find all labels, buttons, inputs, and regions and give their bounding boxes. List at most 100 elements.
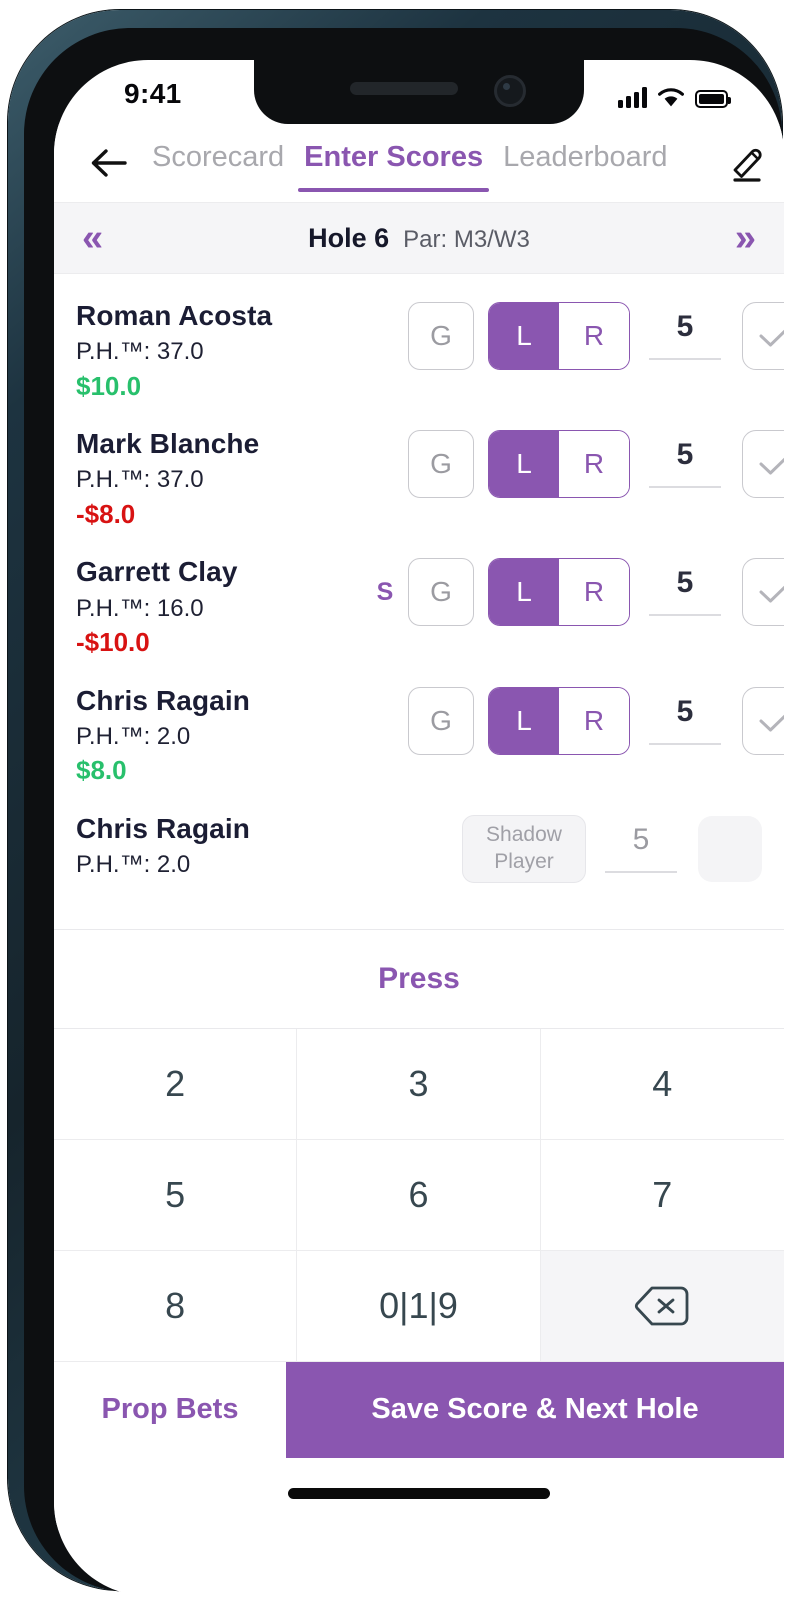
score-input[interactable]: 5 xyxy=(646,566,724,617)
back-button[interactable] xyxy=(82,136,136,190)
hole-navigation-bar: « Hole 6 Par: M3/W3 » xyxy=(54,202,784,274)
lr-option-left[interactable]: L xyxy=(489,431,559,498)
score-value: 5 xyxy=(676,438,694,472)
confirm-button[interactable] xyxy=(742,558,784,627)
player-row: Roman Acosta P.H.™: 37.0 $10.0 G L R 5 xyxy=(54,280,784,408)
score-underline xyxy=(649,358,721,360)
gross-button[interactable]: G xyxy=(408,686,474,755)
press-label: Press xyxy=(378,961,460,995)
shadow-player-button: Shadow Player xyxy=(462,814,586,883)
player-info: Chris Ragain P.H.™: 2.0 xyxy=(76,811,368,879)
gross-button[interactable]: G xyxy=(408,558,474,627)
confirm-button[interactable] xyxy=(742,430,784,499)
key-2[interactable]: 2 xyxy=(54,1028,298,1140)
key-backspace[interactable] xyxy=(540,1250,784,1362)
shadow-player-row: Chris Ragain P.H.™: 2.0 Shadow Player 5 xyxy=(54,793,784,909)
backspace-icon xyxy=(635,1286,689,1326)
player-info: Roman Acosta P.H.™: 37.0 $10.0 xyxy=(76,298,368,400)
key-7[interactable]: 7 xyxy=(540,1140,784,1251)
save-score-next-hole-button[interactable]: Save Score & Next Hole xyxy=(286,1361,784,1458)
next-hole-button[interactable]: » xyxy=(729,219,762,257)
player-info: Mark Blanche P.H.™: 37.0 -$8.0 xyxy=(76,426,368,528)
tab-scorecard[interactable]: Scorecard xyxy=(142,135,294,192)
prop-bets-button[interactable]: Prop Bets xyxy=(54,1361,286,1458)
gross-button[interactable]: G xyxy=(408,430,474,499)
numeric-keypad: 2 3 4 5 6 7 8 0|1|9 xyxy=(54,1028,784,1362)
tab-enter-scores[interactable]: Enter Scores xyxy=(294,135,493,192)
key-3[interactable]: 3 xyxy=(297,1028,541,1140)
lr-option-right[interactable]: R xyxy=(559,687,629,754)
phone-frame: 9:41 Scorecard Enter Scores Leaderboard … xyxy=(8,10,784,1596)
lr-toggle: L R xyxy=(488,430,630,499)
status-bar-indicators xyxy=(618,82,731,108)
hole-info: Hole 6 Par: M3/W3 xyxy=(308,223,530,254)
front-camera xyxy=(494,75,526,107)
home-indicator[interactable] xyxy=(288,1488,550,1500)
tab-list: Scorecard Enter Scores Leaderboard xyxy=(136,135,718,192)
score-underline xyxy=(649,486,721,489)
player-name: Chris Ragain xyxy=(76,812,250,844)
score-value: 5 xyxy=(676,310,694,343)
score-input[interactable]: 5 xyxy=(646,438,724,489)
score-value: 5 xyxy=(676,566,694,600)
score-underline xyxy=(649,614,721,617)
score-value: 5 xyxy=(632,822,650,856)
lr-option-left[interactable]: L xyxy=(489,687,559,754)
shadow-player-label-line1: Shadow xyxy=(486,823,562,847)
tab-leaderboard[interactable]: Leaderboard xyxy=(493,135,677,192)
player-money: $10.0 xyxy=(76,370,142,401)
player-money: -$10.0 xyxy=(76,626,150,657)
home-indicator-area xyxy=(54,1457,784,1530)
player-name: Mark Blanche xyxy=(76,428,260,460)
lr-toggle: L R xyxy=(488,686,630,755)
key-8[interactable]: 8 xyxy=(54,1250,298,1362)
lr-option-left[interactable]: L xyxy=(489,303,559,369)
press-button[interactable]: Press xyxy=(54,928,784,1029)
checkmark-icon xyxy=(759,329,784,347)
player-row: Chris Ragain P.H.™: 2.0 $8.0 G L R 5 xyxy=(54,665,784,793)
status-bar-clock: 9:41 xyxy=(124,78,182,109)
signal-bars-icon xyxy=(618,87,647,108)
gross-button[interactable]: G xyxy=(408,302,474,370)
score-input: 5 xyxy=(602,822,680,873)
score-input[interactable]: 5 xyxy=(646,312,724,360)
player-name: Roman Acosta xyxy=(76,300,273,331)
previous-hole-button[interactable]: « xyxy=(76,219,109,257)
confirm-button[interactable] xyxy=(742,686,784,755)
player-controls: Shadow Player 5 xyxy=(368,811,762,883)
par-label: Par: M3/W3 xyxy=(403,225,530,253)
player-handicap: P.H.™: 2.0 xyxy=(76,850,191,878)
earpiece-speaker xyxy=(350,82,458,95)
player-info: Garrett Clay P.H.™: 16.0 -$10.0 xyxy=(76,554,368,656)
disabled-confirm-placeholder xyxy=(698,815,762,882)
back-arrow-icon xyxy=(91,149,127,177)
player-handicap: P.H.™: 37.0 xyxy=(76,466,204,494)
player-handicap: P.H.™: 16.0 xyxy=(76,594,204,622)
confirm-button[interactable] xyxy=(742,302,784,370)
bottom-action-bar: Prop Bets Save Score & Next Hole xyxy=(54,1361,784,1458)
key-6[interactable]: 6 xyxy=(297,1139,541,1251)
lr-option-right[interactable]: R xyxy=(559,431,629,498)
player-controls: S G L R 5 xyxy=(368,554,784,627)
player-money: -$8.0 xyxy=(76,498,136,529)
lr-option-right[interactable]: R xyxy=(559,559,629,626)
key-5[interactable]: 5 xyxy=(54,1139,298,1251)
key-4[interactable]: 4 xyxy=(540,1029,784,1140)
lr-option-right[interactable]: R xyxy=(559,303,629,369)
score-underline xyxy=(605,870,677,873)
score-value: 5 xyxy=(676,694,694,728)
lr-option-left[interactable]: L xyxy=(489,559,559,626)
hole-label: Hole 6 xyxy=(308,222,390,253)
lr-toggle: L R xyxy=(488,558,630,627)
shadow-player-label-line2: Player xyxy=(494,849,554,873)
key-multi-0-1-9[interactable]: 0|1|9 xyxy=(297,1250,541,1362)
player-handicap: P.H.™: 37.0 xyxy=(76,338,204,366)
player-controls: G L R 5 xyxy=(368,683,784,755)
player-controls: G L R 5 xyxy=(368,426,784,499)
edit-button[interactable] xyxy=(718,135,776,191)
score-input[interactable]: 5 xyxy=(646,694,724,745)
player-list: Roman Acosta P.H.™: 37.0 $10.0 G L R 5 M… xyxy=(54,274,784,909)
phone-bezel: 9:41 Scorecard Enter Scores Leaderboard … xyxy=(24,28,784,1596)
checkmark-icon xyxy=(759,457,784,475)
player-money: $8.0 xyxy=(76,755,127,786)
